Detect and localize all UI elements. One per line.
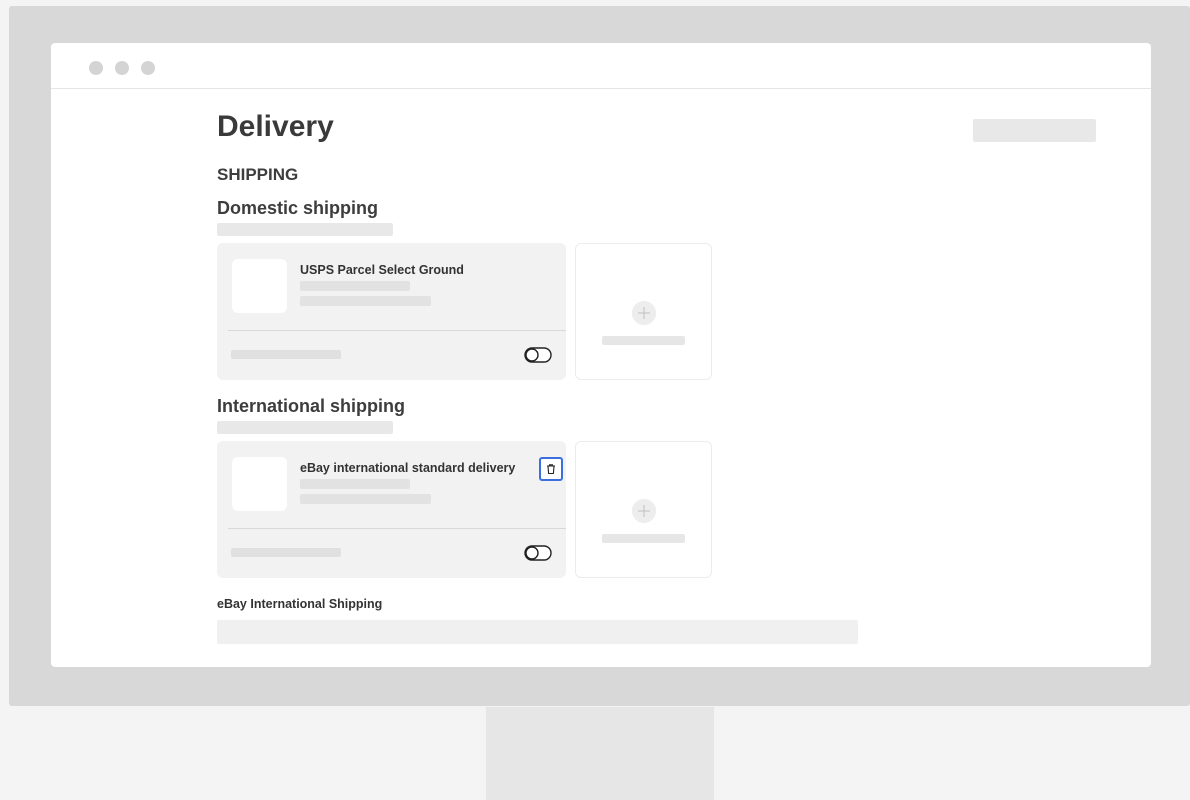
service-title: eBay international standard delivery [300, 461, 516, 475]
window-control-dot[interactable] [89, 61, 103, 75]
add-international-service-button[interactable] [575, 441, 712, 578]
plus-icon [632, 499, 656, 523]
page-title: Delivery [217, 110, 334, 143]
service-title: USPS Parcel Select Ground [300, 263, 464, 277]
ebay-international-shipping-field[interactable] [217, 620, 858, 644]
card-divider [228, 330, 566, 331]
window-control-dot[interactable] [115, 61, 129, 75]
domestic-service-card[interactable]: USPS Parcel Select Ground [217, 243, 566, 380]
toggle-switch-icon[interactable] [524, 347, 552, 363]
delete-service-button[interactable] [539, 457, 563, 481]
service-detail-placeholder [300, 479, 410, 489]
domestic-shipping-heading: Domestic shipping [217, 198, 379, 218]
service-price-placeholder [231, 350, 341, 359]
service-detail-placeholder [300, 296, 431, 306]
add-domestic-service-button[interactable] [575, 243, 712, 380]
ebay-international-shipping-label: eBay International Shipping [217, 597, 383, 611]
toggle-switch-icon[interactable] [524, 545, 552, 561]
service-thumbnail [232, 259, 287, 313]
domestic-description-placeholder [217, 223, 393, 236]
window-titlebar [51, 43, 1151, 89]
international-shipping-heading: International shipping [217, 396, 405, 416]
browser-window: Delivery SHIPPING Domestic shipping USPS… [51, 43, 1151, 667]
card-divider [228, 528, 566, 529]
trash-icon [547, 464, 555, 475]
monitor-stand [486, 707, 714, 800]
header-action-placeholder[interactable] [973, 119, 1096, 142]
service-thumbnail [232, 457, 287, 511]
window-control-dot[interactable] [141, 61, 155, 75]
add-service-label-placeholder [602, 336, 685, 345]
plus-icon [632, 301, 656, 325]
international-service-card[interactable]: eBay international standard delivery [217, 441, 566, 578]
section-heading: SHIPPING [217, 165, 299, 184]
service-detail-placeholder [300, 281, 410, 291]
service-detail-placeholder [300, 494, 431, 504]
add-service-label-placeholder [602, 534, 685, 543]
service-price-placeholder [231, 548, 341, 557]
international-description-placeholder [217, 421, 393, 434]
